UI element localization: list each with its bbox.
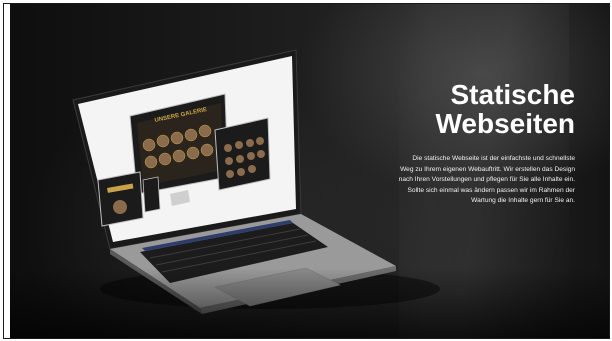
- description-line: Sollte sich einmal was ändern passen wir…: [407, 186, 575, 194]
- description-line: Weg zu Ihrem eigenen Webauftritt. Wir er…: [400, 165, 575, 173]
- description-text: Die statische Webseite ist der einfachst…: [345, 154, 575, 207]
- left-border-strip: [4, 4, 10, 338]
- screenshot-frame: UNSERE GALERIE Statische Webseiten Die s…: [3, 3, 610, 339]
- title-line-1: Statische: [450, 79, 576, 110]
- bottom-gradient: [10, 268, 609, 338]
- description-line: Die statische Webseite ist der einfachst…: [412, 155, 575, 162]
- page-title: Statische Webseiten: [335, 80, 575, 138]
- description-line: nach Ihren Vorstellungen und pflegen für…: [398, 176, 575, 183]
- title-line-2: Webseiten: [435, 108, 575, 139]
- hero-section: UNSERE GALERIE Statische Webseiten Die s…: [10, 4, 609, 338]
- description-line: Wartung die Inhalte gern für Sie an.: [471, 197, 575, 204]
